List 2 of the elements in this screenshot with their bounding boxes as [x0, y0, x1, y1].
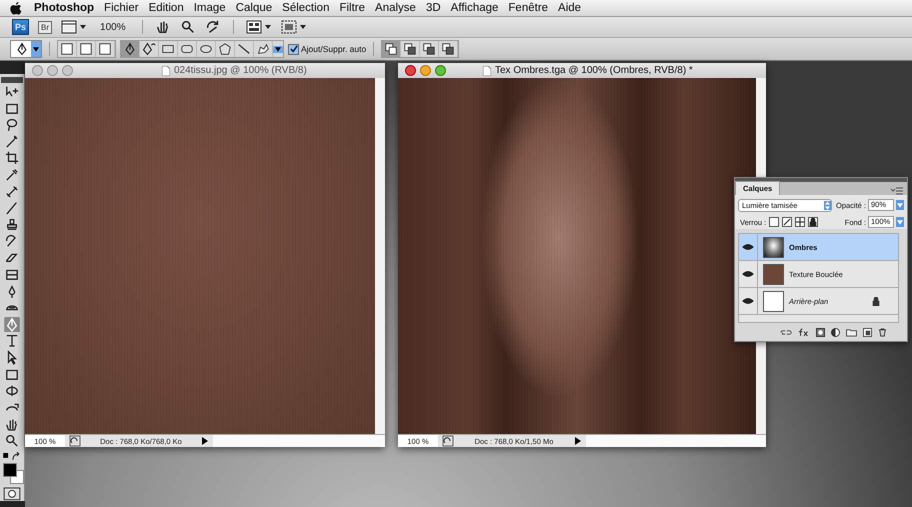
window-title: 024tissu.jpg @ 100% (RVB/8) — [174, 65, 307, 76]
window-title: Tex Ombres.tga @ 100% (Ombres, RVB/8) * — [495, 65, 693, 76]
